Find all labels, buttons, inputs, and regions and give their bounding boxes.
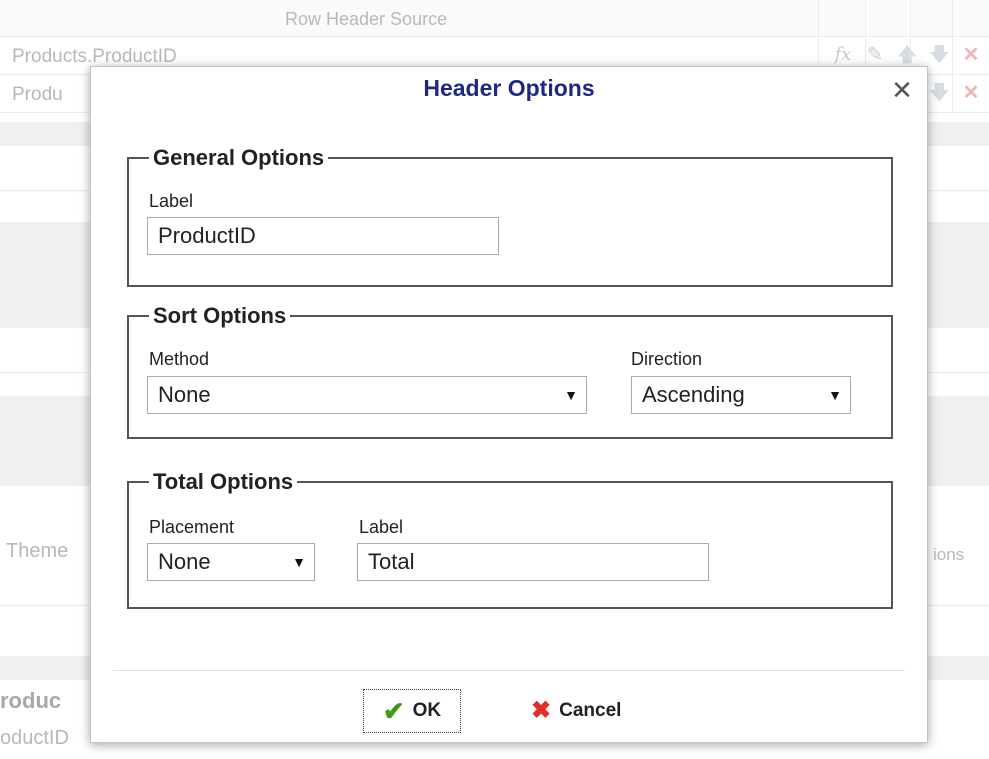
delete-icon[interactable]: ✕: [961, 82, 981, 104]
section-label: roduc: [0, 688, 62, 713]
theme-label: Theme: [6, 540, 69, 562]
placement-select[interactable]: None ▼: [147, 543, 315, 581]
down-arrow-icon[interactable]: 🡇: [929, 44, 950, 66]
cancel-button-label: Cancel: [559, 700, 622, 721]
grid-row-1-label: Products.ProductID: [12, 46, 177, 67]
close-icon[interactable]: ✕: [889, 77, 915, 103]
options-label: ions: [933, 545, 965, 564]
dialog-footer-divider: [113, 670, 905, 671]
grid-header-band: [0, 0, 989, 36]
direction-select-value: Ascending: [642, 382, 745, 407]
column-header-row-source: Row Header Source: [285, 9, 448, 29]
row-1-actions: fx ✎ 🡅 🡇 ✕: [833, 44, 981, 66]
checkmark-icon: ✔: [382, 696, 405, 726]
cancel-button[interactable]: ✖ Cancel: [521, 689, 631, 733]
chevron-down-icon: ▼: [564, 387, 578, 403]
sort-options-group: Sort Options: [127, 303, 893, 439]
footer-label: oductID: [0, 727, 69, 749]
chevron-down-icon: ▼: [828, 387, 842, 403]
direction-caption: Direction: [631, 349, 703, 369]
general-options-group: General Options: [127, 145, 893, 287]
total-options-group: Total Options: [127, 469, 893, 609]
chevron-down-icon: ▼: [292, 554, 306, 570]
total-options-legend: Total Options: [153, 469, 294, 494]
header-options-dialog: Header Options ✕ General Options Label P…: [90, 66, 928, 743]
placement-select-value: None: [158, 549, 211, 574]
down-arrow-icon[interactable]: 🡇: [929, 82, 950, 104]
general-options-legend: General Options: [153, 145, 325, 170]
general-label-caption: Label: [149, 191, 194, 211]
method-caption: Method: [149, 349, 210, 369]
method-select[interactable]: None ▼: [147, 376, 587, 414]
total-label-input[interactable]: Total: [357, 543, 709, 581]
direction-select[interactable]: Ascending ▼: [631, 376, 851, 414]
cancel-x-icon: ✖: [531, 697, 552, 724]
up-arrow-icon[interactable]: 🡅: [897, 44, 918, 66]
function-icon[interactable]: fx: [833, 44, 853, 66]
grid-row-2-label: Produ: [12, 84, 63, 105]
ok-button-label: OK: [412, 700, 442, 721]
placement-caption: Placement: [149, 517, 235, 537]
dialog-title: Header Options: [423, 75, 595, 101]
total-label-caption: Label: [359, 517, 404, 537]
grid-column-line: [952, 0, 953, 112]
sort-options-legend: Sort Options: [153, 303, 287, 328]
grid-line: [0, 36, 989, 37]
method-select-value: None: [158, 382, 211, 407]
edit-icon[interactable]: ✎: [865, 44, 885, 66]
delete-icon[interactable]: ✕: [961, 44, 981, 66]
general-label-input[interactable]: ProductID: [147, 217, 499, 255]
ok-button[interactable]: ✔ OK: [363, 689, 461, 733]
